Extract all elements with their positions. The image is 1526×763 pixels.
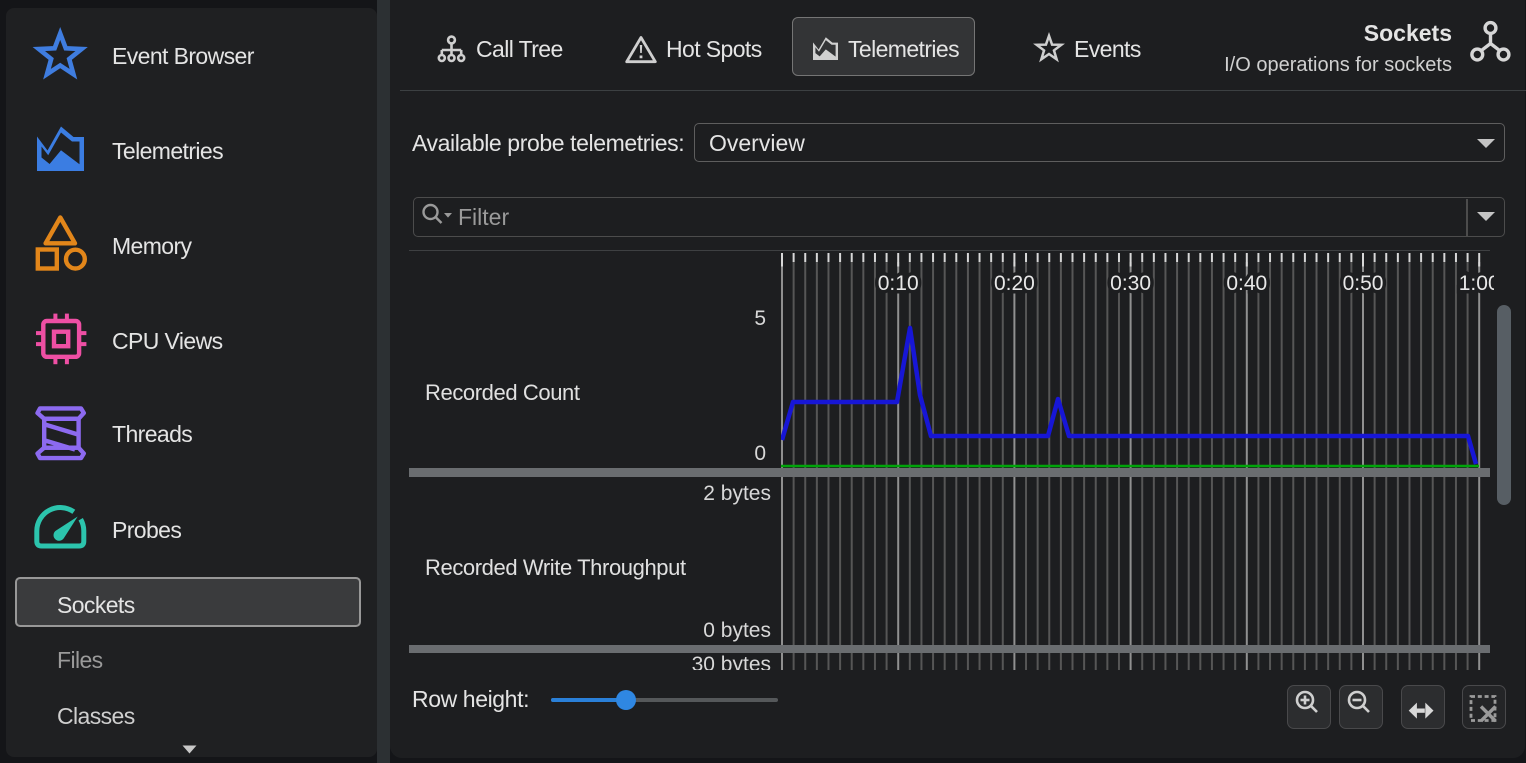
svg-text:0:20: 0:20	[994, 272, 1035, 295]
svg-text:1:00: 1:00	[1459, 272, 1494, 295]
svg-text:0:40: 0:40	[1226, 272, 1267, 295]
svg-text:0:10: 0:10	[878, 272, 919, 295]
svg-text:0:30: 0:30	[1110, 272, 1151, 295]
svg-text:0:50: 0:50	[1343, 272, 1384, 295]
